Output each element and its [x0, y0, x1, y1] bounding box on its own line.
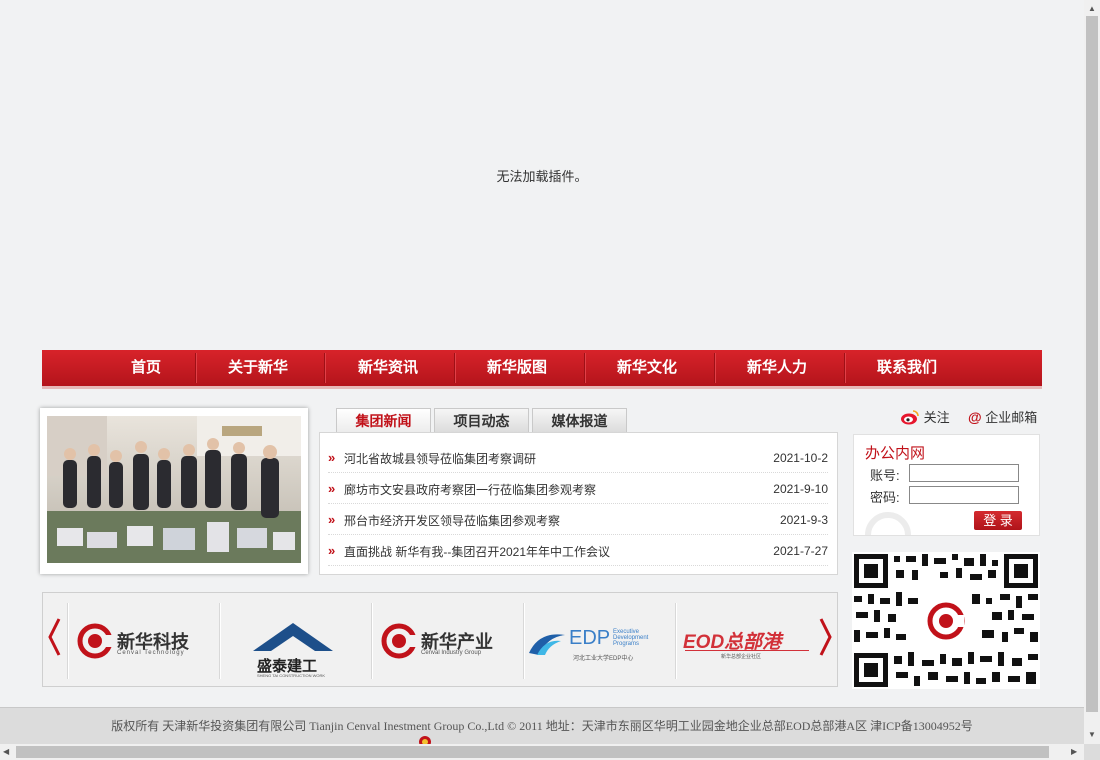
- horizontal-scrollbar[interactable]: ◀ ▶: [0, 744, 1084, 760]
- news-title[interactable]: 廊坊市文安县政府考察团一行莅临集团参观考察: [344, 481, 596, 498]
- partner-logo-shengtai[interactable]: 盛泰建工 SHENG TAI CONSTRUCTION WORK: [227, 603, 367, 679]
- chevron-left-icon[interactable]: [47, 617, 63, 657]
- partner-logo-edp[interactable]: EDP Executive Development Programs 河北工业大…: [527, 603, 675, 679]
- edp-swoosh-icon: [529, 634, 565, 655]
- plugin-placeholder: 无法加载插件。: [0, 0, 1084, 350]
- nav-divider: [844, 353, 845, 383]
- horizontal-scroll-thumb[interactable]: [16, 746, 1049, 758]
- watermark-logo-icon: [865, 512, 911, 535]
- double-chevron-icon: »: [328, 512, 336, 527]
- news-photo[interactable]: [47, 416, 301, 563]
- cenval-logo-icon: [77, 623, 113, 659]
- chevron-right-icon[interactable]: [817, 617, 833, 657]
- tab-group-news[interactable]: 集团新闻: [336, 408, 431, 432]
- enterprise-mail-link[interactable]: @ 企业邮箱: [968, 407, 1037, 426]
- partner-logo-cenval-tech[interactable]: 新华科技 Cenval Technology: [75, 603, 215, 679]
- partner-divider: [67, 603, 68, 679]
- news-date: 2021-7-27: [773, 544, 828, 558]
- scroll-right-icon[interactable]: ▶: [1071, 747, 1077, 756]
- news-list: » 河北省故城县领导莅临集团考察调研 2021-10-2 » 廊坊市文安县政府考…: [319, 432, 838, 575]
- double-chevron-icon: »: [328, 481, 336, 496]
- news-title[interactable]: 直面挑战 新华有我--集团召开2021年年中工作会议: [344, 543, 610, 560]
- nav-territory[interactable]: 新华版图: [473, 350, 561, 386]
- tab-media-reports[interactable]: 媒体报道: [532, 408, 627, 432]
- eod-underline: [685, 650, 809, 651]
- partner-subtitle: Cenval Technology: [117, 650, 185, 656]
- main-nav: 首页 关于新华 新华资讯 新华版图 新华文化 新华人力 联系我们: [42, 350, 1042, 389]
- partner-subtitle: 新华总部企业社区: [721, 654, 762, 660]
- double-chevron-icon: »: [328, 543, 336, 558]
- news-photo-card[interactable]: [40, 408, 308, 574]
- mail-label: 企业邮箱: [985, 410, 1038, 425]
- partner-subtitle: Cenval Industry Group: [421, 650, 482, 656]
- nav-home[interactable]: 首页: [102, 350, 190, 386]
- shengtai-roof-icon: [253, 623, 333, 651]
- password-label: 密码:: [870, 490, 900, 505]
- nav-divider: [584, 353, 585, 383]
- account-label: 账号:: [870, 468, 900, 483]
- partner-subtitle: SHENG TAI CONSTRUCTION WORK: [257, 673, 326, 678]
- tab-project-news[interactable]: 项目动态: [434, 408, 529, 432]
- news-item[interactable]: » 河北省故城县领导莅临集团考察调研 2021-10-2: [328, 442, 828, 473]
- cenval-logo-icon: [381, 623, 417, 659]
- news-date: 2021-9-3: [779, 513, 828, 527]
- partner-carousel: 新华科技 Cenval Technology 盛泰建工 SHENG TAI CO…: [42, 592, 838, 687]
- scrollbar-corner: [1084, 744, 1100, 760]
- scroll-down-icon[interactable]: ▼: [1088, 730, 1096, 739]
- scroll-left-icon[interactable]: ◀: [3, 747, 9, 756]
- news-date: 2021-10-2: [773, 451, 828, 465]
- wechat-qr-code: [852, 552, 1040, 689]
- partner-divider: [219, 603, 220, 679]
- nav-divider: [324, 353, 325, 383]
- nav-news[interactable]: 新华资讯: [344, 350, 432, 386]
- nav-divider: [195, 353, 196, 383]
- at-icon: @: [968, 409, 982, 425]
- login-button[interactable]: 登 录: [974, 511, 1022, 530]
- nav-divider: [454, 353, 455, 383]
- qr-code-icon: [852, 552, 1040, 689]
- partner-divider: [523, 603, 524, 679]
- news-item[interactable]: » 廊坊市文安县政府考察团一行莅临集团参观考察 2021-9-10: [328, 473, 828, 504]
- footer-copyright: 版权所有 天津新华投资集团有限公司 Tianjin Cenval Inestme…: [111, 719, 973, 733]
- double-chevron-icon: »: [328, 450, 336, 465]
- partner-subtitle: Executive Development Programs: [613, 629, 649, 647]
- vertical-scrollbar[interactable]: ▲ ▼: [1084, 0, 1100, 744]
- news-title[interactable]: 河北省故城县领导莅临集团考察调研: [344, 450, 536, 467]
- nav-hr[interactable]: 新华人力: [733, 350, 821, 386]
- footer: 版权所有 天津新华投资集团有限公司 Tianjin Cenval Inestme…: [0, 707, 1084, 745]
- partner-logo-eod[interactable]: EOD总部港 新华总部企业社区: [681, 603, 813, 679]
- partner-cn-subtitle: 河北工业大学EDP中心: [573, 656, 634, 662]
- partner-divider: [371, 603, 372, 679]
- news-item[interactable]: » 邢台市经济开发区领导莅临集团参观考察 2021-9-3: [328, 504, 828, 535]
- partner-logo-cenval-industry[interactable]: 新华产业 Cenval Industry Group: [379, 603, 519, 679]
- vertical-scroll-thumb[interactable]: [1086, 16, 1098, 712]
- news-item[interactable]: » 直面挑战 新华有我--集团召开2021年年中工作会议 2021-7-27: [328, 535, 828, 566]
- scroll-up-icon[interactable]: ▲: [1088, 4, 1096, 13]
- intranet-login: 办公内网 账号: 密码: 登 录: [853, 434, 1040, 536]
- weibo-follow-link[interactable]: 关注: [900, 407, 950, 426]
- nav-culture[interactable]: 新华文化: [603, 350, 691, 386]
- partner-divider: [675, 603, 676, 679]
- password-input[interactable]: [909, 486, 1019, 504]
- nav-contact[interactable]: 联系我们: [863, 350, 951, 386]
- plugin-error-text: 无法加载插件。: [496, 168, 588, 184]
- partner-name: EDP: [569, 627, 611, 649]
- nav-divider: [714, 353, 715, 383]
- news-date: 2021-9-10: [773, 482, 828, 496]
- nav-about[interactable]: 关于新华: [214, 350, 302, 386]
- account-input[interactable]: [909, 464, 1019, 482]
- login-title: 办公内网: [865, 445, 926, 462]
- weibo-icon: [901, 410, 919, 425]
- news-title[interactable]: 邢台市经济开发区领导莅临集团参观考察: [344, 512, 560, 529]
- follow-label: 关注: [923, 410, 950, 425]
